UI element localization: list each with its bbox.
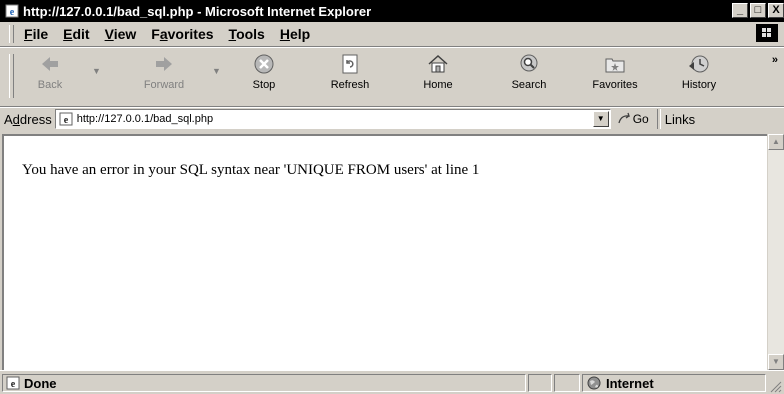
go-arrow-icon <box>618 112 630 124</box>
refresh-icon <box>342 54 358 74</box>
menu-grip[interactable] <box>9 25 14 43</box>
resize-grip[interactable] <box>770 381 782 393</box>
svg-text:e: e <box>63 115 68 126</box>
close-button[interactable]: X <box>768 3 784 18</box>
globe-icon <box>587 376 601 390</box>
status-pane-progress <box>528 374 552 392</box>
menu-edit[interactable]: Edit <box>63 26 89 42</box>
menu-bar: File Edit View Favorites Tools Help <box>0 22 784 47</box>
home-icon <box>428 54 448 73</box>
address-url: http://127.0.0.1/bad_sql.php <box>76 113 214 125</box>
security-zone-pane: Internet <box>582 374 766 392</box>
search-icon <box>520 54 538 72</box>
favorites-icon <box>605 58 625 73</box>
menu-help[interactable]: Help <box>280 26 310 42</box>
title-bar[interactable]: e http://127.0.0.1/bad_sql.php - Microso… <box>0 0 784 22</box>
status-text: Done <box>24 375 57 391</box>
status-bar: e Done Internet <box>0 370 784 394</box>
toolbar-grip[interactable] <box>9 54 14 98</box>
forward-dropdown-arrow[interactable]: ▼ <box>212 66 221 76</box>
search-button[interactable]: Search <box>506 50 552 104</box>
history-icon <box>689 55 709 73</box>
svg-text:e: e <box>10 7 15 18</box>
scroll-up-button[interactable]: ▲ <box>768 134 784 150</box>
zone-label: Internet <box>606 375 654 391</box>
history-button[interactable]: History <box>676 50 722 104</box>
address-dropdown-button[interactable]: ▼ <box>592 111 609 127</box>
page-icon: e <box>59 112 73 126</box>
ie-page-icon: e <box>5 4 19 18</box>
menu-favorites[interactable]: Favorites <box>151 26 213 42</box>
minimize-button[interactable]: _ <box>732 3 748 18</box>
svg-text:e: e <box>11 379 16 390</box>
status-text-pane: e Done <box>2 374 526 392</box>
links-toolbar[interactable]: Links <box>665 112 695 127</box>
window-title: http://127.0.0.1/bad_sql.php - Microsoft… <box>23 3 372 19</box>
page-content: You have an error in your SQL syntax nea… <box>2 134 770 370</box>
back-button[interactable]: Back <box>30 50 70 104</box>
address-bar: Address e http://127.0.0.1/bad_sql.php ▼… <box>0 107 784 131</box>
maximize-button[interactable]: □ <box>750 3 766 18</box>
favorites-button[interactable]: Favorites <box>586 50 644 104</box>
menu-tools[interactable]: Tools <box>229 26 265 42</box>
windows-flag-icon <box>762 28 771 37</box>
page-done-icon: e <box>6 376 20 390</box>
address-input[interactable]: e http://127.0.0.1/bad_sql.php ▼ <box>54 109 611 129</box>
refresh-button[interactable]: Refresh <box>324 50 376 104</box>
standard-toolbar: Back ▼ Forward ▼ Stop Refresh Home Searc… <box>0 48 784 107</box>
forward-button[interactable]: Forward <box>138 50 190 104</box>
sql-error-message: You have an error in your SQL syntax nea… <box>22 162 480 178</box>
browser-window: e http://127.0.0.1/bad_sql.php - Microso… <box>0 0 784 394</box>
address-separator <box>656 109 661 129</box>
toolbar-overflow-chevron[interactable]: » <box>772 54 778 66</box>
menu-view[interactable]: View <box>105 26 137 42</box>
address-label: Address <box>4 111 52 127</box>
back-arrow-icon <box>42 57 58 71</box>
go-button[interactable]: Go <box>617 112 649 126</box>
status-pane-security <box>554 374 580 392</box>
back-dropdown-arrow[interactable]: ▼ <box>92 66 101 76</box>
scroll-down-button[interactable]: ▼ <box>768 354 784 370</box>
vertical-scrollbar[interactable]: ▲ ▼ <box>767 134 784 370</box>
stop-icon <box>254 54 274 74</box>
home-button[interactable]: Home <box>416 50 460 104</box>
forward-arrow-icon <box>156 57 172 71</box>
windows-logo <box>756 24 778 42</box>
stop-button[interactable]: Stop <box>244 50 284 104</box>
menu-file[interactable]: File <box>24 26 48 42</box>
